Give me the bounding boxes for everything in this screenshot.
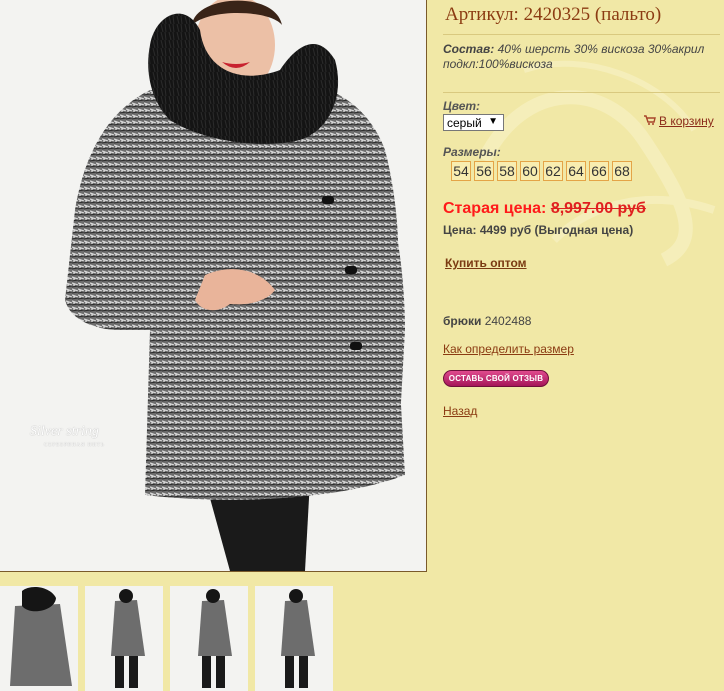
size-option[interactable]: 62: [543, 161, 563, 181]
color-select-value: серый: [447, 116, 482, 130]
decorative-swirl: [477, 60, 716, 267]
size-option[interactable]: 58: [497, 161, 517, 181]
color-select[interactable]: серый ▼: [443, 114, 504, 131]
pants-code: 2402488: [481, 314, 532, 328]
size-option[interactable]: 64: [566, 161, 586, 181]
size-option[interactable]: 66: [589, 161, 609, 181]
watermark-brand: Silver string: [30, 424, 99, 439]
thumbnail-4[interactable]: [255, 586, 333, 691]
photo-watermark: Silver string СЕРЕБРЯНАЯ НИТЬ: [30, 425, 105, 453]
leave-review-button[interactable]: ОСТАВЬ СВОЙ ОТЗЫВ: [443, 370, 549, 387]
size-help-link[interactable]: Как определить размер: [443, 342, 574, 356]
thumbnail-image: [170, 586, 248, 691]
old-price-value: 8,997.00 руб: [550, 200, 646, 217]
size-option[interactable]: 60: [520, 161, 540, 181]
thumbnail-3[interactable]: [170, 586, 248, 691]
add-to-cart-link[interactable]: В корзину: [644, 114, 714, 128]
old-price: Старая цена: 8,997.00 руб: [443, 200, 646, 218]
thumbnail-image: [255, 586, 333, 691]
shopping-cart-icon: [644, 114, 656, 128]
sizes-label: Размеры:: [443, 145, 501, 159]
add-to-cart-label: В корзину: [659, 114, 714, 128]
thumbnail-image: [0, 586, 78, 691]
article-title: Артикул: 2420325 (пальто): [445, 4, 662, 25]
divider: [443, 34, 720, 35]
size-option[interactable]: 54: [451, 161, 471, 181]
divider: [443, 92, 720, 93]
chevron-down-icon: ▼: [488, 116, 498, 127]
main-product-photo[interactable]: Silver string СЕРЕБРЯНАЯ НИТЬ: [0, 0, 427, 572]
pants-label: брюки: [443, 314, 482, 328]
color-label: Цвет:: [443, 99, 481, 113]
watermark-sub: СЕРЕБРЯНАЯ НИТЬ: [44, 443, 105, 448]
old-price-label: Старая цена:: [443, 200, 551, 217]
coat-photo-illustration: [0, 0, 426, 571]
composition: Состав: 40% шерсть 30% вискоза 30%акрил …: [443, 42, 723, 72]
back-link[interactable]: Назад: [443, 404, 477, 418]
size-option[interactable]: 56: [474, 161, 494, 181]
thumbnail-image: [85, 586, 163, 691]
related-pants: брюки 2402488: [443, 314, 531, 328]
composition-label: Состав:: [443, 42, 495, 56]
size-list: 54 56 58 60 62 64 66 68: [451, 161, 632, 181]
current-price: Цена: 4499 руб (Выгодная цена): [443, 223, 634, 237]
thumbnail-2[interactable]: [85, 586, 163, 691]
thumbnail-1[interactable]: [0, 586, 78, 691]
size-option[interactable]: 68: [612, 161, 632, 181]
buy-wholesale-link[interactable]: Купить оптом: [445, 256, 527, 270]
